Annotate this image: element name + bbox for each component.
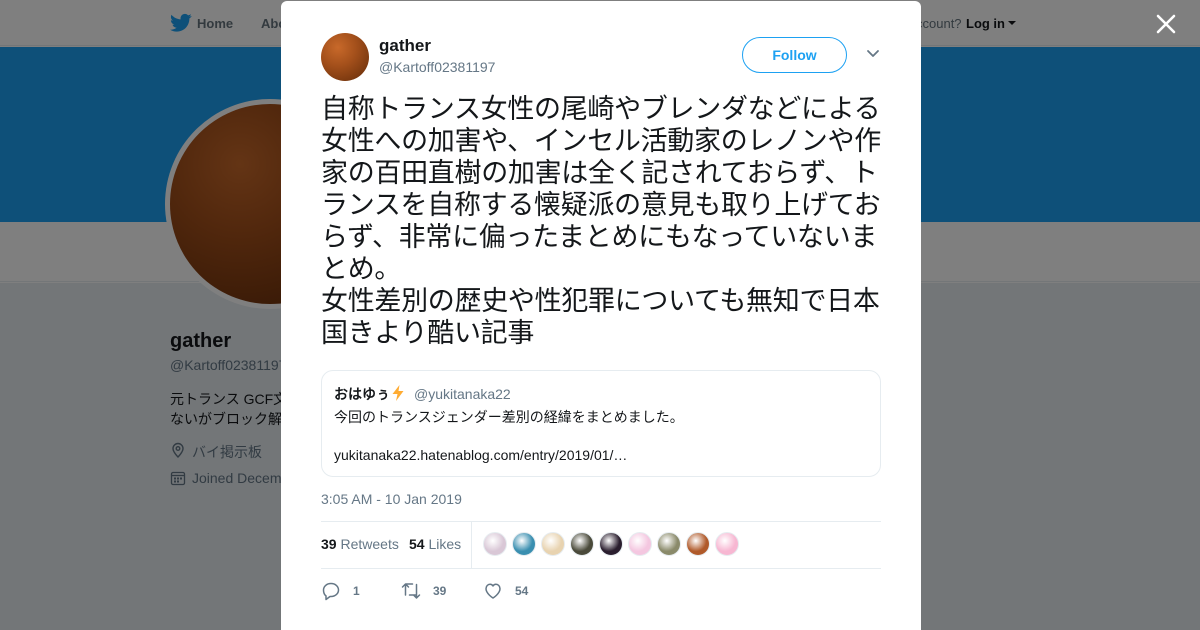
quoted-author-name[interactable]: おはゆぅ <box>334 384 405 404</box>
chevron-down-icon[interactable] <box>866 49 880 59</box>
liker-avatar[interactable] <box>686 532 710 556</box>
close-icon[interactable] <box>1152 10 1180 38</box>
liker-avatar[interactable] <box>570 532 594 556</box>
likes-label: Likes <box>428 536 462 552</box>
liker-avatar[interactable] <box>715 532 739 556</box>
liker-avatar[interactable] <box>628 532 652 556</box>
reply-count: 1 <box>353 584 360 598</box>
author-avatar[interactable] <box>321 33 369 81</box>
quoted-link[interactable]: yukitanaka22.hatenablog.com/entry/2019/0… <box>334 447 627 463</box>
quoted-text: 今回のトランスジェンダー差別の経緯をまとめました。 <box>334 409 684 425</box>
like-action[interactable]: 54 <box>483 581 528 601</box>
tweet-modal: gather @Kartoff02381197 Follow 自称トランス女性の… <box>281 1 921 630</box>
liker-avatars <box>483 532 744 556</box>
divider <box>321 568 881 569</box>
tweet-timestamp[interactable]: 3:05 AM - 10 Jan 2019 <box>321 491 462 507</box>
liker-avatar[interactable] <box>599 532 623 556</box>
liker-avatar[interactable] <box>512 532 536 556</box>
divider <box>321 521 881 522</box>
follow-button[interactable]: Follow <box>742 37 847 73</box>
liker-avatar[interactable] <box>541 532 565 556</box>
reply-action[interactable]: 1 <box>321 581 360 601</box>
liker-avatar[interactable] <box>657 532 681 556</box>
author-name[interactable]: gather <box>379 36 431 56</box>
tweet-text: 自称トランス女性の尾崎やブレンダなどによる女性への加害や、インセル活動家のレノン… <box>321 94 881 349</box>
retweets-count: 39 <box>321 536 337 552</box>
quoted-author-name-text: おはゆぅ <box>334 386 390 402</box>
likes-stat[interactable]: 54 Likes <box>409 536 461 552</box>
likes-count: 54 <box>409 536 425 552</box>
stats-separator <box>471 522 472 568</box>
like-count: 54 <box>515 584 529 598</box>
quoted-tweet[interactable]: おはゆぅ @yukitanaka22 今回のトランスジェンダー差別の経緯をまとめ… <box>321 370 881 477</box>
heart-icon <box>485 583 501 599</box>
retweets-label: Retweets <box>340 536 399 552</box>
reply-icon <box>322 582 340 601</box>
author-handle[interactable]: @Kartoff02381197 <box>379 59 495 75</box>
retweet-icon <box>401 583 421 599</box>
liker-avatar[interactable] <box>483 532 507 556</box>
retweet-count: 39 <box>433 584 447 598</box>
lightning-icon <box>392 385 404 401</box>
retweets-stat[interactable]: 39 Retweets <box>321 536 399 552</box>
quoted-author-handle[interactable]: @yukitanaka22 <box>414 386 511 402</box>
retweet-action[interactable]: 39 <box>401 581 446 601</box>
